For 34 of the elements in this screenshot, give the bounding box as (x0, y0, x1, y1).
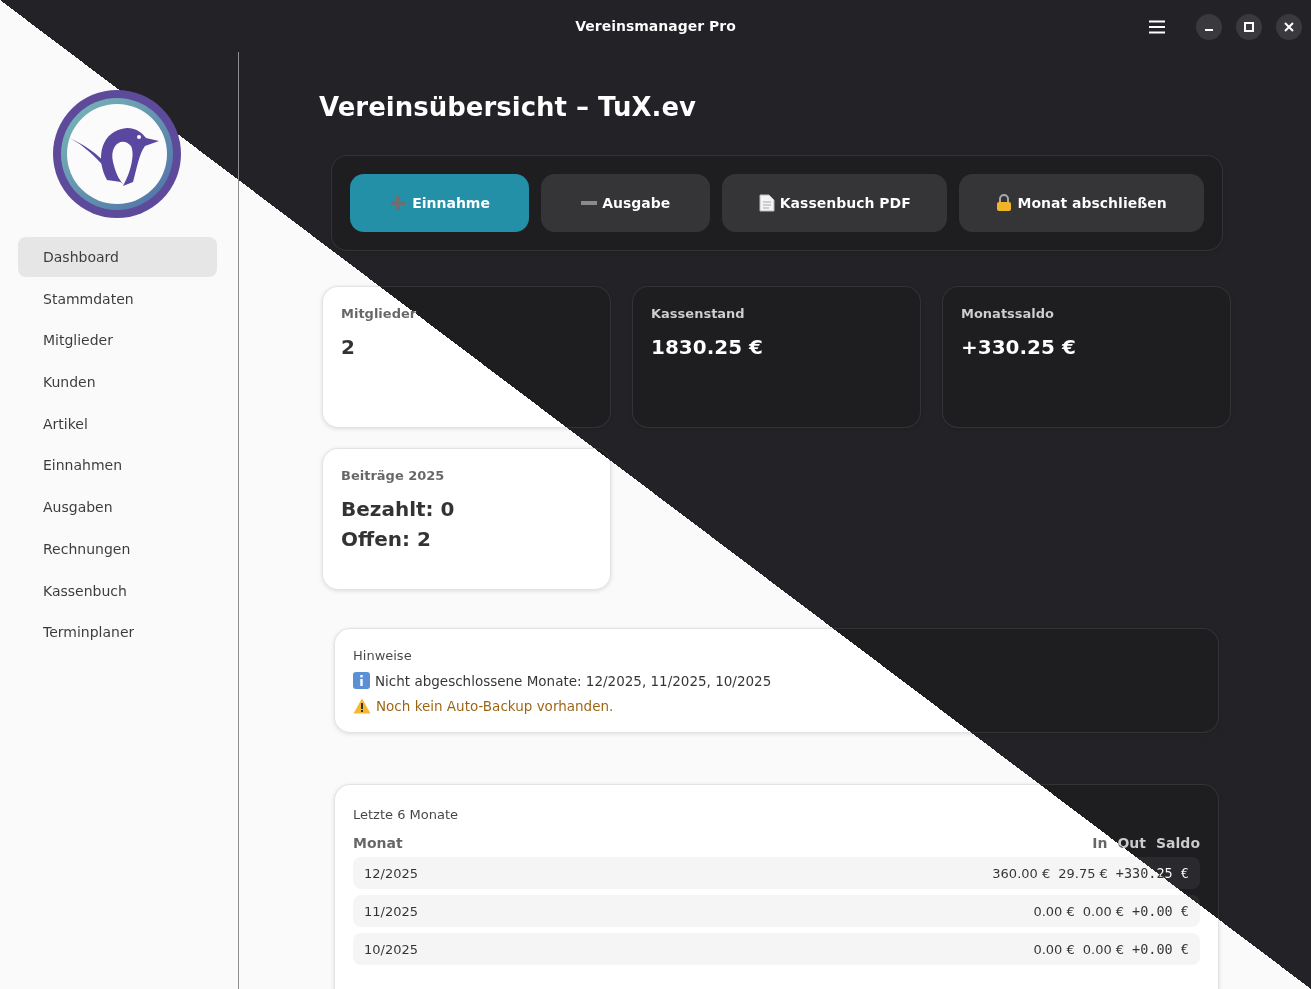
warning-icon (353, 698, 371, 714)
action-button[interactable]: Monat abschließen (959, 174, 1204, 232)
sidebar-item[interactable]: Kassenbuch (18, 570, 217, 611)
action-button[interactable]: Ausgabe (541, 174, 711, 232)
sidebar-item[interactable]: Terminplaner (18, 612, 217, 653)
menu-icon[interactable] (1148, 20, 1166, 34)
action-button[interactable]: Kassenbuch PDF (722, 174, 948, 232)
column-header: In (1092, 835, 1108, 851)
table-cell: +0.00 € (1132, 903, 1189, 919)
minus-icon (581, 201, 598, 205)
column-header: Out (1117, 835, 1147, 851)
notice-text: Nicht abgeschlossene Monate: 12/2025, 11/2025, 10/2025 (375, 672, 772, 689)
sidebar-item[interactable]: Kunden (18, 362, 217, 403)
table-cell: +0.00 € (1132, 941, 1189, 957)
lock-icon (996, 194, 1013, 212)
notice-text: Noch kein Auto-Backup vorhanden. (376, 698, 614, 714)
sidebar-item[interactable]: Einnahmen (18, 445, 217, 486)
sidebar-item[interactable]: Artikel (18, 403, 217, 444)
maximize-button[interactable] (1236, 14, 1262, 40)
action-button[interactable]: Einnahme (350, 174, 530, 232)
close-button[interactable] (1276, 14, 1302, 40)
minimize-button[interactable] (1196, 14, 1222, 40)
column-header: Saldo (1156, 835, 1200, 851)
document-icon (758, 194, 775, 212)
sidebar-item[interactable]: Mitglieder (18, 320, 217, 361)
bird-logo-icon (51, 88, 183, 220)
sidebar-item[interactable]: Dashboard (18, 237, 217, 277)
plus-icon (389, 194, 408, 212)
info-icon (353, 672, 370, 689)
sidebar-item[interactable]: Ausgaben (18, 487, 217, 528)
sidebar-item[interactable]: Rechnungen (18, 528, 217, 569)
sidebar-item[interactable]: Stammdaten (18, 278, 217, 319)
card-title: Letzte 6 Monate (353, 807, 459, 822)
window-title: Vereinsmanager Pro (575, 18, 736, 34)
